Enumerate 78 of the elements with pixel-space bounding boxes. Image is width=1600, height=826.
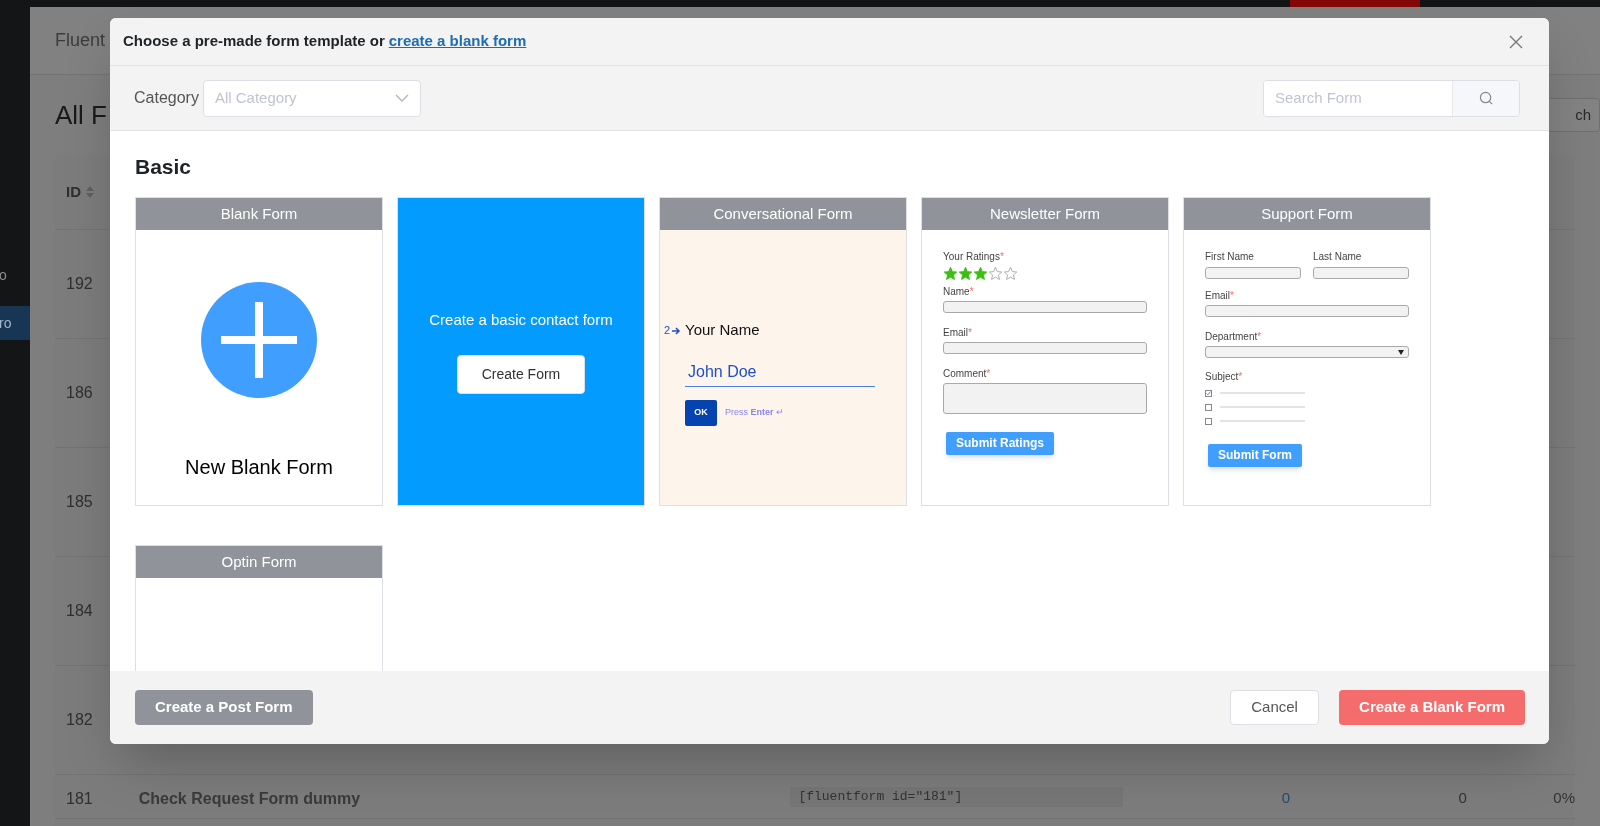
template-card[interactable]: Newsletter Form Your Ratings* Name* Email* Comment* Submit Ratings [921, 197, 1169, 506]
required-mark: * [968, 326, 972, 339]
template-card[interactable]: Create a basic contact form Create Form [397, 197, 645, 506]
table-cell-text: 192 [66, 274, 94, 294]
table-cell-text: 185 [66, 492, 94, 512]
ok-button[interactable]: OK [685, 399, 717, 426]
required-mark: * [999, 250, 1004, 263]
dropdown-triangle-icon [1398, 349, 1404, 355]
answer-field[interactable]: John Doe [685, 359, 875, 387]
card-text: Create a basic contact form [429, 309, 613, 330]
input-field[interactable] [1205, 267, 1301, 279]
textarea-field[interactable] [943, 383, 1147, 414]
sidebar-item[interactable]: o [0, 258, 30, 292]
input-field[interactable] [1205, 305, 1409, 317]
right-arrow-icon [672, 326, 681, 335]
plus-circle-icon [201, 282, 317, 398]
hint-text: Press Enter ↵ [725, 406, 785, 419]
field-label: Last Name [1313, 251, 1362, 262]
post-form-button[interactable]: Create a Post Form [135, 690, 313, 725]
table-cell-text: 0 [1457, 788, 1467, 808]
column-header[interactable]: ID [66, 180, 81, 204]
card-header: Support Form [1184, 198, 1430, 230]
close-icon[interactable] [1509, 34, 1523, 49]
sidebar-item[interactable]: ro [0, 306, 30, 340]
table-cell-text: 184 [66, 601, 94, 621]
checkbox[interactable] [1205, 403, 1212, 411]
field-label: Name [943, 285, 970, 298]
card-header: Conversational Form [660, 198, 906, 230]
required-mark: * [1257, 330, 1262, 343]
required-mark: * [1230, 289, 1234, 302]
field-label: Email [943, 326, 968, 339]
submit-button[interactable]: Submit Form [1208, 443, 1302, 467]
cancel-button[interactable]: Cancel [1230, 690, 1320, 725]
template-card[interactable]: Conversational Form 2 Your Name John Doe OK Press Enter ↵ [659, 197, 907, 506]
checkbox[interactable] [1205, 389, 1212, 397]
chevron-down-icon [394, 94, 409, 102]
question-text: Your Name [685, 320, 760, 341]
filled-star-icon [973, 266, 988, 281]
field-label: Email [1205, 289, 1230, 302]
page-title: Fluent [55, 29, 106, 52]
card-header: Blank Form [136, 198, 382, 230]
input-field[interactable] [1313, 267, 1409, 279]
template-card[interactable]: Blank Form New Blank Form [135, 197, 383, 506]
card-header: Newsletter Form [922, 198, 1168, 230]
field-label: Comment [943, 367, 987, 380]
input-field[interactable] [943, 301, 1147, 313]
select-field[interactable] [1205, 346, 1409, 358]
table-cell-text: 0% [1552, 788, 1575, 808]
section-heading: Basic [135, 154, 193, 180]
shortcode[interactable]: [fluentform id="181"] [790, 787, 1123, 807]
field-label: Your Ratings [943, 250, 1000, 263]
checkbox[interactable] [1205, 417, 1212, 425]
sort-icon[interactable] [85, 185, 95, 199]
category-label: Category [134, 88, 199, 108]
filled-star-icon [943, 266, 958, 281]
create-blank-link[interactable]: create a blank form [388, 30, 527, 53]
submit-button[interactable]: Submit Ratings [946, 431, 1054, 455]
field-label: Department [1205, 330, 1258, 343]
question-number: 2 [664, 323, 672, 339]
table-cell-text: 182 [66, 710, 94, 730]
card-header: Optin Form [136, 546, 382, 578]
page-heading: All F [55, 98, 107, 132]
input-field[interactable] [943, 342, 1147, 354]
required-mark: * [969, 285, 974, 298]
field-label: First Name [1205, 251, 1254, 262]
create-blank-form-button[interactable]: Create a Blank Form [1339, 690, 1525, 725]
table-cell-text: 181 [66, 789, 94, 809]
table-cell-text: 186 [66, 383, 94, 403]
dialog-title: Choose a pre-made form template or [123, 31, 385, 52]
filled-star-icon [958, 266, 973, 281]
create-form-button[interactable]: Create Form [457, 355, 585, 395]
field-label: Subject [1205, 370, 1239, 383]
card-label: New Blank Form [185, 455, 333, 480]
required-mark: * [986, 367, 991, 380]
table-cell-text: 0 [1280, 788, 1290, 808]
required-mark: * [1238, 370, 1243, 383]
template-card[interactable]: Support Form First Name Last Name Email* Department* Subject* Submit Form [1183, 197, 1431, 506]
template-card[interactable]: Optin Form [135, 545, 383, 671]
